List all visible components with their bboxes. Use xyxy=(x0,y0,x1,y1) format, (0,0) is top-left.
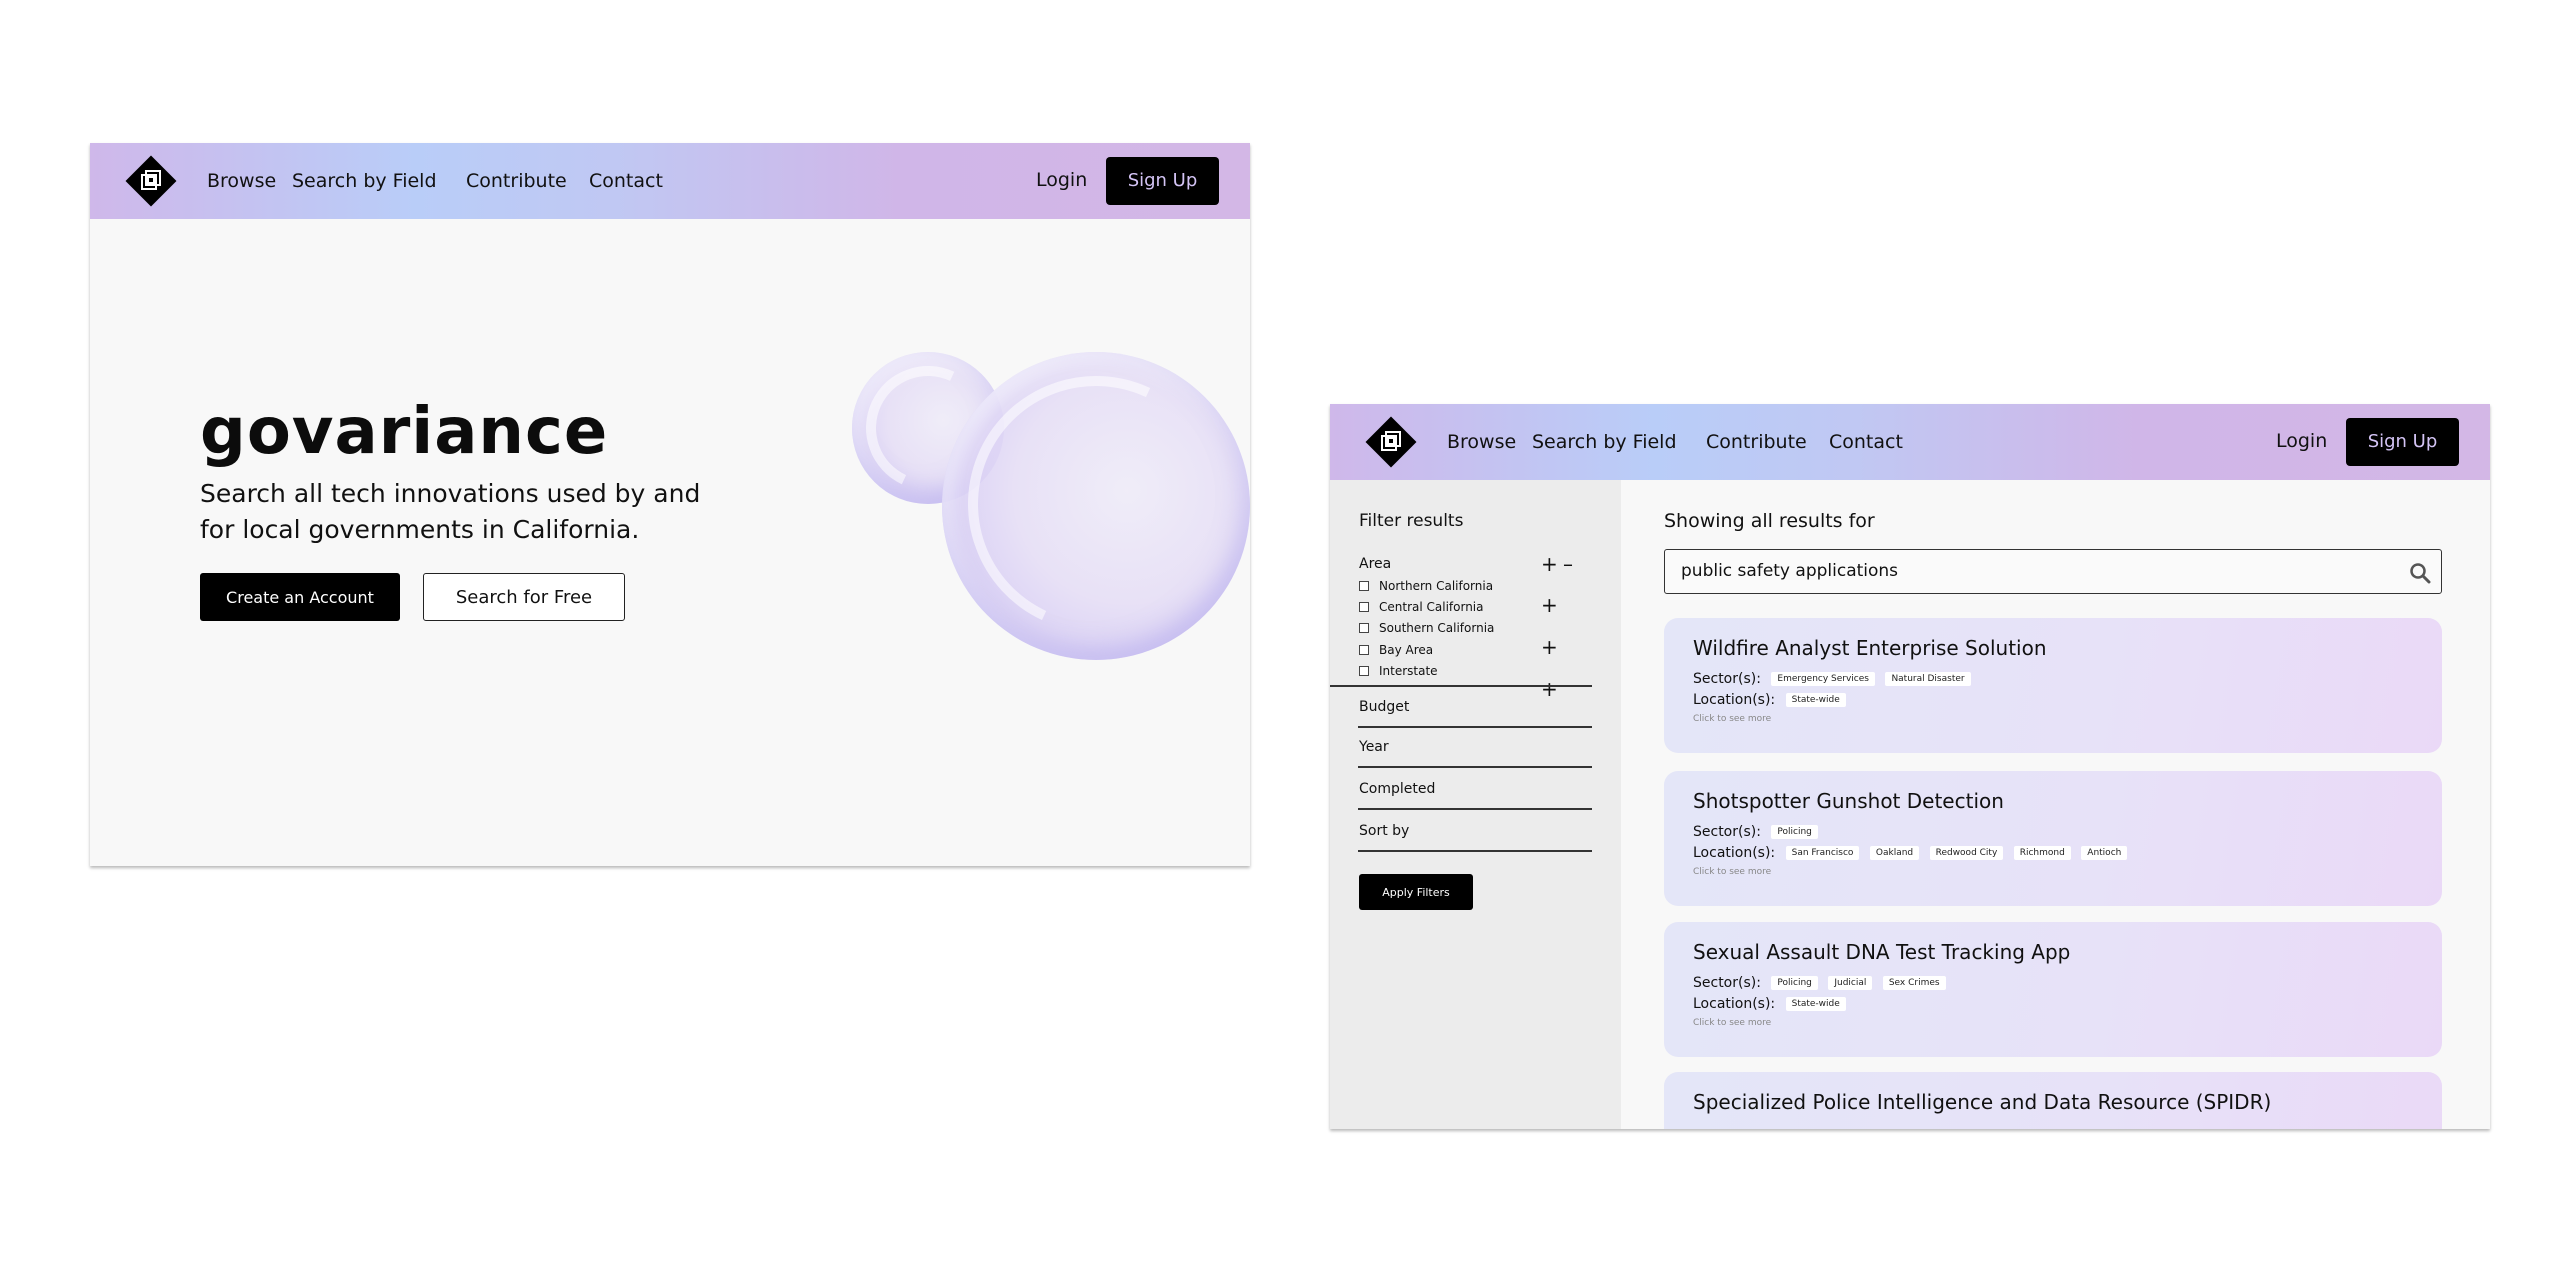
plus-icon[interactable]: + xyxy=(1541,679,1558,699)
divider xyxy=(1330,685,1592,687)
sector-tag: Emergency Services xyxy=(1771,672,1875,686)
filter-sidebar: Filter results Area + – Northern Califor… xyxy=(1330,480,1621,1129)
plus-icon[interactable]: + xyxy=(1541,637,1558,657)
sector-tag: Judicial xyxy=(1828,976,1873,990)
location-tag: San Francisco xyxy=(1785,846,1860,860)
see-more-link[interactable]: Click to see more xyxy=(1693,1018,1771,1028)
search-query: public safety applications xyxy=(1681,561,1899,581)
card-title: Wildfire Analyst Enterprise Solution xyxy=(1693,636,2047,660)
search-input[interactable]: public safety applications xyxy=(1664,549,2442,594)
checkbox[interactable] xyxy=(1359,666,1369,676)
checkbox[interactable] xyxy=(1359,645,1369,655)
results-frame: Browse Search by Field Contribute Contac… xyxy=(1330,404,2490,1129)
result-card[interactable]: Sexual Assault DNA Test Tracking App Sec… xyxy=(1664,922,2442,1057)
result-card[interactable]: Wildfire Analyst Enterprise Solution Sec… xyxy=(1664,618,2442,753)
logo-icon[interactable] xyxy=(1363,414,1419,470)
sector-tag: Natural Disaster xyxy=(1885,672,1971,686)
area-option[interactable]: Northern California xyxy=(1359,579,1493,593)
signup-button[interactable]: Sign Up xyxy=(1106,157,1219,205)
area-option[interactable]: Bay Area xyxy=(1359,643,1433,657)
result-card[interactable]: Shotspotter Gunshot Detection Sector(s):… xyxy=(1664,771,2442,906)
see-more-link[interactable]: Click to see more xyxy=(1693,714,1771,724)
search-icon[interactable] xyxy=(2409,562,2431,584)
large-bubble xyxy=(931,339,1250,669)
signup-button[interactable]: Sign Up xyxy=(2346,418,2459,466)
sector-tag: Policing xyxy=(1771,976,1818,990)
location-tag: State-wide xyxy=(1785,997,1846,1011)
filter-title: Filter results xyxy=(1359,511,1464,531)
divider xyxy=(1358,766,1592,768)
divider xyxy=(1358,726,1592,728)
nav-browse[interactable]: Browse xyxy=(1447,431,1516,453)
see-more-link[interactable]: Click to see more xyxy=(1693,867,1771,877)
location-tag: State-wide xyxy=(1785,693,1846,707)
card-locations: Location(s): State-wide xyxy=(1693,692,1846,708)
filter-budget[interactable]: Budget xyxy=(1359,699,1409,715)
divider xyxy=(1358,850,1592,852)
nav-search-by-field[interactable]: Search by Field xyxy=(1532,431,1677,453)
logo-icon[interactable] xyxy=(123,153,179,209)
plus-icon[interactable]: + xyxy=(1541,595,1558,615)
card-title: Specialized Police Intelligence and Data… xyxy=(1693,1090,2272,1114)
homepage-frame: Browse Search by Field Contribute Contac… xyxy=(90,143,1250,866)
nav-contact[interactable]: Contact xyxy=(589,170,663,192)
checkbox[interactable] xyxy=(1359,623,1369,633)
nav-browse[interactable]: Browse xyxy=(207,170,276,192)
nav-contact[interactable]: Contact xyxy=(1829,431,1903,453)
sector-tag: Policing xyxy=(1771,825,1818,839)
results-heading: Showing all results for xyxy=(1664,510,1875,532)
location-tag: Oakland xyxy=(1869,846,1920,860)
area-option[interactable]: Interstate xyxy=(1359,664,1438,678)
hero-subtitle: Search all tech innovations used by and … xyxy=(200,479,701,544)
area-option[interactable]: Central California xyxy=(1359,600,1484,614)
plus-icon[interactable]: + xyxy=(1541,554,1558,574)
login-link[interactable]: Login xyxy=(1036,169,1087,191)
checkbox[interactable] xyxy=(1359,602,1369,612)
sector-tag: Sex Crimes xyxy=(1882,976,1946,990)
search-free-button[interactable]: Search for Free xyxy=(423,573,625,621)
apply-filters-button[interactable]: Apply Filters xyxy=(1359,874,1473,910)
checkbox[interactable] xyxy=(1359,581,1369,591)
filter-sort-by[interactable]: Sort by xyxy=(1359,823,1409,839)
card-title: Sexual Assault DNA Test Tracking App xyxy=(1693,940,2071,964)
card-sectors: Sector(s): Emergency Services Natural Di… xyxy=(1693,671,1971,687)
divider xyxy=(1358,808,1592,810)
location-tag: Redwood City xyxy=(1929,846,2004,860)
navbar: Browse Search by Field Contribute Contac… xyxy=(1330,404,2490,480)
filter-area-label[interactable]: Area xyxy=(1359,556,1391,572)
create-account-button[interactable]: Create an Account xyxy=(200,573,400,621)
minus-icon[interactable]: – xyxy=(1563,554,1573,574)
area-option[interactable]: Southern California xyxy=(1359,621,1494,635)
nav-contribute[interactable]: Contribute xyxy=(1706,431,1807,453)
hero-title: govariance xyxy=(200,395,609,469)
nav-contribute[interactable]: Contribute xyxy=(466,170,567,192)
nav-search-by-field[interactable]: Search by Field xyxy=(292,170,437,192)
location-tag: Richmond xyxy=(2013,846,2071,860)
card-locations: Location(s): San Francisco Oakland Redwo… xyxy=(1693,845,2128,861)
navbar: Browse Search by Field Contribute Contac… xyxy=(90,143,1250,219)
filter-year[interactable]: Year xyxy=(1359,739,1389,755)
login-link[interactable]: Login xyxy=(2276,430,2327,452)
card-sectors: Sector(s): Policing xyxy=(1693,824,1818,840)
location-tag: Antioch xyxy=(2081,846,2128,860)
result-card[interactable]: Specialized Police Intelligence and Data… xyxy=(1664,1072,2442,1129)
card-locations: Location(s): State-wide xyxy=(1693,996,1846,1012)
card-title: Shotspotter Gunshot Detection xyxy=(1693,789,2004,813)
filter-completed[interactable]: Completed xyxy=(1359,781,1435,797)
card-sectors: Sector(s): Policing Judicial Sex Crimes xyxy=(1693,975,1946,991)
